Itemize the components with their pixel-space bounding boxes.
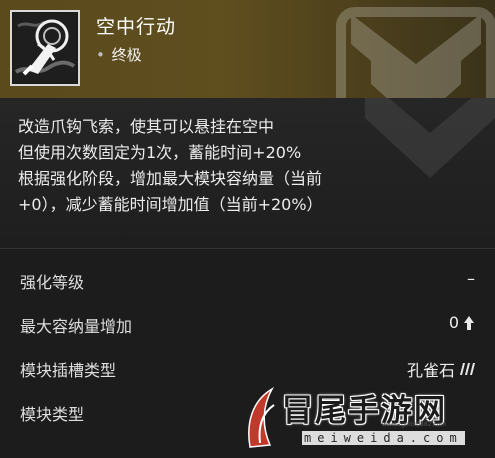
watermark-logo-icon	[248, 386, 275, 448]
watermark-url: www.zgndx0882.com	[382, 421, 447, 428]
stat-row-max-capacity: 最大容纳量增加 0	[0, 303, 495, 347]
module-description-area: 改造爪钩飞索，使其可以悬挂在空中 但使用次数固定为1次，蓄能时间+20% 根据强…	[0, 98, 495, 248]
stat-value-text: 0	[448, 313, 459, 332]
module-description: 改造爪钩飞索，使其可以悬挂在空中 但使用次数固定为1次，蓄能时间+20% 根据强…	[18, 114, 488, 218]
stat-label: 强化等级	[20, 273, 85, 292]
capacity-icon	[464, 315, 474, 330]
module-title: 空中行动	[96, 16, 177, 38]
descendant-emblem-icon	[336, 7, 495, 98]
description-line: 根据强化阶段，增加最大模块容纳量（当前	[18, 169, 323, 188]
stat-row-enhancement-level: 强化等级 –	[0, 259, 495, 303]
description-line: 但使用次数固定为1次，蓄能时间+20%	[18, 143, 302, 162]
stat-label: 最大容纳量增加	[20, 317, 133, 336]
stat-label: 模块类型	[20, 405, 85, 424]
stat-value: –	[467, 269, 475, 288]
grade-label: 终极	[111, 46, 142, 64]
stat-label: 模块插槽类型	[20, 361, 117, 380]
site-watermark: 冒尾手游网 www.zgndx0882.com meiweida.com	[242, 383, 495, 458]
grappling-hook-icon	[14, 14, 76, 82]
malachite-icon	[460, 363, 475, 375]
stat-value-text: –	[467, 269, 475, 288]
description-line: 改造爪钩飞索，使其可以悬挂在空中	[18, 117, 275, 136]
stat-value-text: 孔雀石	[406, 361, 455, 380]
watermark-subtext: meiweida.com	[302, 431, 465, 445]
module-grade: • 终极	[96, 44, 142, 65]
grade-bullet: •	[96, 46, 105, 64]
tooltip-header: 空中行动 • 终极	[0, 0, 495, 98]
stat-value: 0	[449, 313, 475, 332]
module-icon-frame	[10, 10, 80, 86]
module-tooltip: 空中行动 • 终极 改造爪钩飞索，使其可以悬挂在空中 但使用次数固定为1次，蓄能…	[0, 0, 495, 458]
description-line: +0），减少蓄能时间增加值（当前+20%）	[18, 195, 323, 214]
stat-value: 孔雀石	[407, 357, 475, 381]
